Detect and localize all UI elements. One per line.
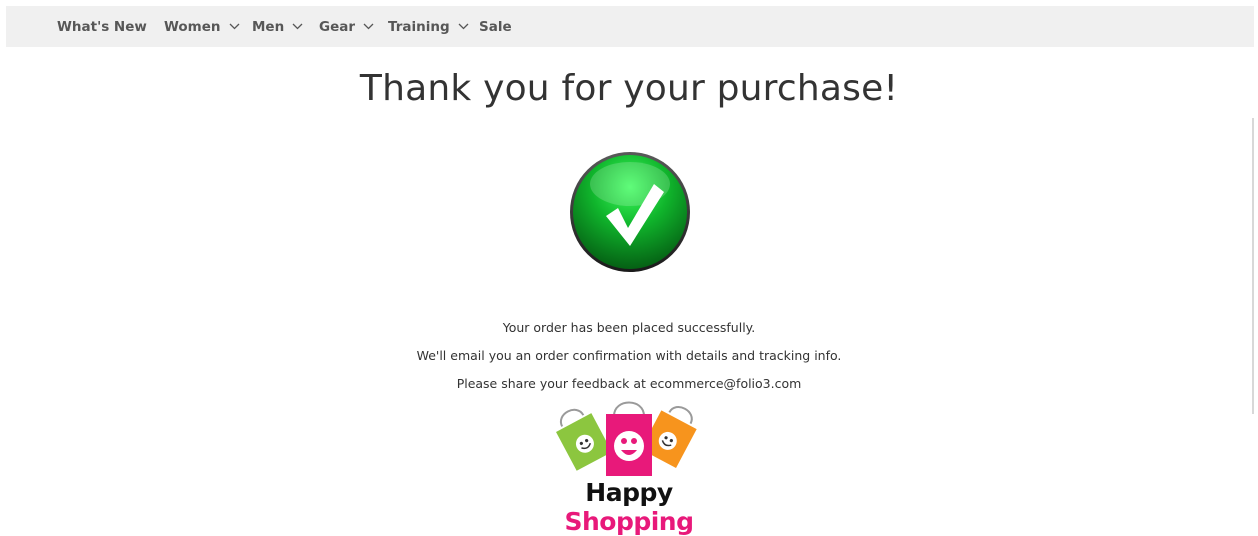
shopping-bags-icon xyxy=(556,401,697,476)
nav-item-gear[interactable]: Gear xyxy=(319,6,374,47)
chevron-down-icon xyxy=(458,23,469,30)
page-title: Thank you for your purchase! xyxy=(359,68,899,109)
nav-item-training[interactable]: Training xyxy=(388,6,469,47)
nav-item-label: Sale xyxy=(479,18,512,35)
green-checkmark-circle-icon xyxy=(568,150,692,274)
email-confirmation-message: We'll email you an order confirmation wi… xyxy=(416,348,842,363)
nav-item-label: Training xyxy=(388,18,450,35)
nav-item-label: Men xyxy=(252,18,285,35)
nav-item-sale[interactable]: Sale xyxy=(479,6,512,47)
logo-text-happy: Happy xyxy=(585,478,673,507)
chevron-down-icon xyxy=(292,23,303,30)
nav-item-label: Women xyxy=(164,18,221,35)
nav-item-label: What's New xyxy=(57,18,147,35)
order-success-message: Your order has been placed successfully. xyxy=(502,320,756,335)
nav-item-label: Gear xyxy=(319,18,356,35)
top-navigation: What's New Women Men Gear Training Sale xyxy=(6,6,1254,47)
nav-item-men[interactable]: Men xyxy=(252,6,303,47)
logo-text-shopping: Shopping xyxy=(564,507,694,536)
nav-item-women[interactable]: Women xyxy=(164,6,240,47)
happy-shopping-logo: Happy Shopping xyxy=(524,400,734,536)
nav-item-whats-new[interactable]: What's New xyxy=(57,6,147,47)
scrollbar[interactable] xyxy=(1252,118,1254,414)
feedback-message: Please share your feedback at ecommerce@… xyxy=(456,376,802,391)
chevron-down-icon xyxy=(229,23,240,30)
logo-text: Happy Shopping xyxy=(524,478,734,536)
chevron-down-icon xyxy=(363,23,374,30)
